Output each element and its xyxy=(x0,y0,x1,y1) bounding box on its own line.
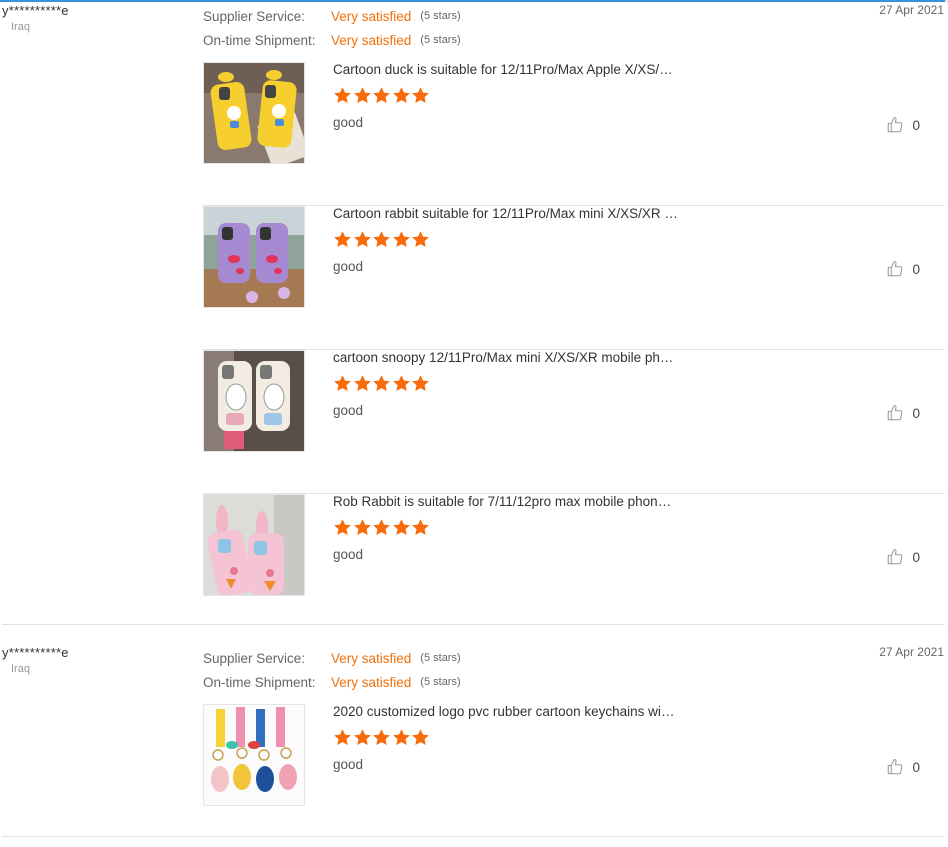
product-title[interactable]: Cartoon rabbit suitable for 12/11Pro/Max… xyxy=(333,206,678,221)
rating-value: Very satisfied xyxy=(331,32,412,48)
product-star-rating xyxy=(333,86,431,105)
rating-label: Supplier Service: xyxy=(203,8,306,24)
star-icon xyxy=(353,728,372,747)
star-icon xyxy=(353,374,372,393)
supplier-ratings: Supplier Service: Very satisfied (5 star… xyxy=(203,646,461,694)
star-icon xyxy=(411,518,430,537)
shipment-rating: On-time Shipment: Very satisfied (5 star… xyxy=(203,28,461,52)
rating-value: Very satisfied xyxy=(331,650,412,666)
star-icon xyxy=(411,230,430,249)
product-thumbnail[interactable] xyxy=(203,494,305,596)
star-icon xyxy=(353,86,372,105)
like-count: 0 xyxy=(912,117,920,133)
star-icon xyxy=(372,518,391,537)
rating-value: Very satisfied xyxy=(331,8,412,24)
star-icon xyxy=(392,86,411,105)
product-thumbnail[interactable] xyxy=(203,704,305,806)
reviewer-info: y**********e Iraq xyxy=(2,645,69,675)
supplier-service-rating: Supplier Service: Very satisfied (5 star… xyxy=(203,4,461,28)
thumbs-up-icon xyxy=(886,758,904,776)
star-icon xyxy=(411,728,430,747)
product-title[interactable]: cartoon snoopy 12/11Pro/Max mini X/XS/XR… xyxy=(333,350,678,365)
product-star-rating xyxy=(333,518,431,537)
product-title[interactable]: 2020 customized logo pvc rubber cartoon … xyxy=(333,704,678,719)
star-icon xyxy=(333,86,352,105)
product-thumbnail[interactable] xyxy=(203,350,305,452)
product-thumbnail[interactable] xyxy=(203,62,305,164)
reviewer-info: y**********e Iraq xyxy=(2,3,69,33)
star-icon xyxy=(333,230,352,249)
product-review: cartoon snoopy 12/11Pro/Max mini X/XS/XR… xyxy=(203,350,945,494)
star-icon xyxy=(372,86,391,105)
thumbs-up-icon xyxy=(886,116,904,134)
star-icon xyxy=(333,518,352,537)
rating-stars-text: (5 stars) xyxy=(420,34,461,46)
shipment-rating: On-time Shipment: Very satisfied (5 star… xyxy=(203,670,461,694)
thumbs-up-icon xyxy=(886,260,904,278)
rating-value: Very satisfied xyxy=(331,674,412,690)
review-divider xyxy=(2,836,945,837)
star-icon xyxy=(372,230,391,249)
reviewed-products: 2020 customized logo pvc rubber cartoon … xyxy=(203,704,945,847)
product-thumbnail[interactable] xyxy=(203,206,305,308)
product-title[interactable]: Rob Rabbit is suitable for 7/11/12pro ma… xyxy=(333,494,678,509)
reviewer-country: Iraq xyxy=(11,663,30,675)
star-icon xyxy=(333,374,352,393)
rating-label: Supplier Service: xyxy=(203,650,306,666)
review-date: 27 Apr 2021 xyxy=(879,3,944,17)
thumbs-up-icon xyxy=(886,404,904,422)
star-icon xyxy=(372,374,391,393)
star-icon xyxy=(392,374,411,393)
star-icon xyxy=(372,728,391,747)
rating-label: On-time Shipment: xyxy=(203,32,316,48)
like-count: 0 xyxy=(912,549,920,565)
star-icon xyxy=(411,86,430,105)
helpful-button[interactable]: 0 xyxy=(886,404,920,422)
review-comment: good xyxy=(333,547,364,562)
star-icon xyxy=(392,518,411,537)
helpful-button[interactable]: 0 xyxy=(886,260,920,278)
star-icon xyxy=(411,374,430,393)
star-icon xyxy=(333,728,352,747)
star-icon xyxy=(353,230,372,249)
product-title[interactable]: Cartoon duck is suitable for 12/11Pro/Ma… xyxy=(333,62,678,77)
star-icon xyxy=(353,518,372,537)
product-review: Rob Rabbit is suitable for 7/11/12pro ma… xyxy=(203,494,945,637)
supplier-ratings: Supplier Service: Very satisfied (5 star… xyxy=(203,4,461,52)
thumbs-up-icon xyxy=(886,548,904,566)
helpful-button[interactable]: 0 xyxy=(886,116,920,134)
review-card: y**********e Iraq 27 Apr 2021 Supplier S… xyxy=(0,0,948,625)
like-count: 0 xyxy=(912,759,920,775)
review-comment: good xyxy=(333,115,364,130)
reviewer-name: y**********e xyxy=(2,645,69,660)
product-review: Cartoon duck is suitable for 12/11Pro/Ma… xyxy=(203,62,945,206)
helpful-button[interactable]: 0 xyxy=(886,758,920,776)
review-comment: good xyxy=(333,403,364,418)
reviewed-products: Cartoon duck is suitable for 12/11Pro/Ma… xyxy=(203,62,945,637)
product-review: Cartoon rabbit suitable for 12/11Pro/Max… xyxy=(203,206,945,350)
review-comment: good xyxy=(333,757,364,772)
review-card: y**********e Iraq 27 Apr 2021 Supplier S… xyxy=(0,642,948,839)
like-count: 0 xyxy=(912,261,920,277)
reviewer-country: Iraq xyxy=(11,21,30,33)
supplier-service-rating: Supplier Service: Very satisfied (5 star… xyxy=(203,646,461,670)
review-comment: good xyxy=(333,259,364,274)
product-star-rating xyxy=(333,728,431,747)
star-icon xyxy=(392,230,411,249)
like-count: 0 xyxy=(912,405,920,421)
product-star-rating xyxy=(333,374,431,393)
star-icon xyxy=(392,728,411,747)
product-review: 2020 customized logo pvc rubber cartoon … xyxy=(203,704,945,847)
review-divider xyxy=(2,624,945,625)
reviewer-name: y**********e xyxy=(2,3,69,18)
review-date: 27 Apr 2021 xyxy=(879,645,944,659)
rating-label: On-time Shipment: xyxy=(203,674,316,690)
helpful-button[interactable]: 0 xyxy=(886,548,920,566)
product-star-rating xyxy=(333,230,431,249)
rating-stars-text: (5 stars) xyxy=(420,652,461,664)
rating-stars-text: (5 stars) xyxy=(420,676,461,688)
rating-stars-text: (5 stars) xyxy=(420,10,461,22)
